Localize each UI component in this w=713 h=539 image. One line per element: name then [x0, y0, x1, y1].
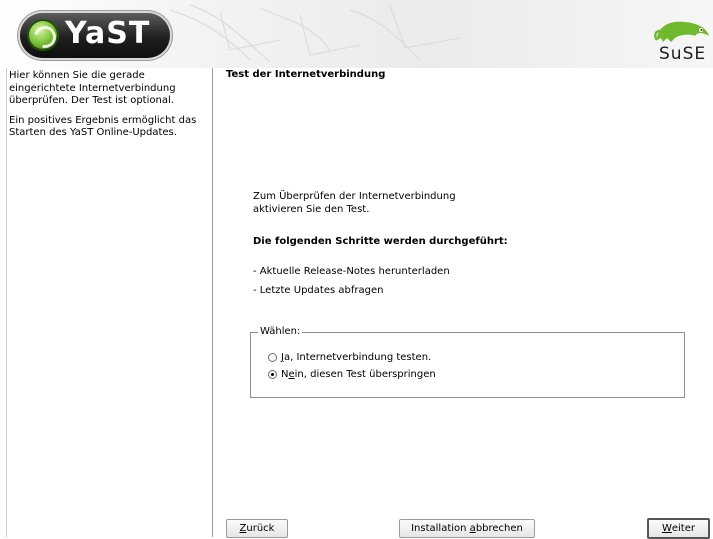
yast-logo-icon — [27, 19, 59, 51]
radio-label: Ja, Internetverbindung testen. — [281, 352, 432, 363]
choice-group: Wählen: Ja, Internetverbindung testen. N… — [250, 326, 685, 398]
intro-text: Zum Überprüfen der Internetverbindung — [253, 191, 456, 202]
page-title: Test der Internetverbindung — [226, 69, 386, 80]
back-button[interactable]: Zurück — [226, 519, 288, 538]
radio-button-selected-icon[interactable] — [268, 370, 277, 379]
steps-heading: Die folgenden Schritte werden durchgefüh… — [253, 236, 508, 247]
header-banner: YaST SuSE — [0, 0, 713, 68]
step-item: - Aktuelle Release-Notes herunterladen — [253, 266, 450, 277]
radio-test-connection[interactable]: Ja, Internetverbindung testen. — [268, 352, 431, 363]
main-content: Test der Internetverbindung Zum Überprüf… — [213, 68, 713, 539]
help-paragraph: Hier können Sie die gerade eingerichtete… — [9, 70, 176, 106]
yast-logo-text: YaST — [65, 16, 151, 51]
choice-group-legend: Wählen: — [258, 326, 303, 337]
help-paragraph: Ein positives Ergebnis ermöglicht das St… — [9, 114, 197, 139]
header-decoration — [169, 4, 461, 63]
intro-text: aktivieren Sie den Test. — [253, 204, 370, 215]
yast-logo: YaST — [20, 13, 170, 58]
suse-logo-text: SuSE — [659, 44, 707, 64]
abort-installation-button[interactable]: Installation a bbrechen — [399, 519, 535, 538]
radio-skip-test[interactable]: Nein, diesen Test überspringen — [268, 369, 436, 380]
help-panel: Hier können Sie die gerade eingerichtete… — [6, 68, 213, 537]
suse-logo: SuSE — [651, 14, 713, 64]
next-button[interactable]: Weiter — [647, 518, 710, 539]
chameleon-icon — [654, 21, 709, 42]
step-item: - Letzte Updates abfragen — [253, 285, 384, 296]
radio-button-icon[interactable] — [268, 353, 277, 362]
radio-label: Nein, diesen Test überspringen — [281, 369, 436, 380]
